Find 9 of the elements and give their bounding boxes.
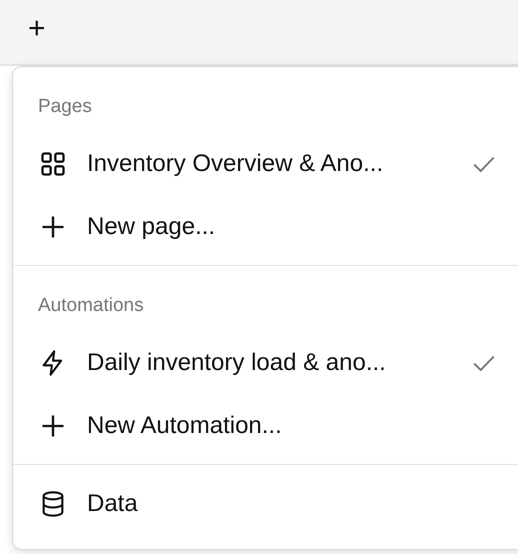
add-button[interactable]: + <box>26 14 48 44</box>
menu-item[interactable]: Inventory Overview & Ano... <box>13 132 518 195</box>
section-heading: Automations <box>37 294 145 318</box>
menu-item[interactable]: New Automation... <box>13 394 518 457</box>
grid-icon <box>39 150 67 178</box>
menu-item[interactable]: Daily inventory load & ano... <box>13 331 518 394</box>
menu-item[interactable]: New page... <box>13 195 518 258</box>
menu-item[interactable]: Data <box>13 472 518 535</box>
section-heading: Pages <box>37 95 93 119</box>
